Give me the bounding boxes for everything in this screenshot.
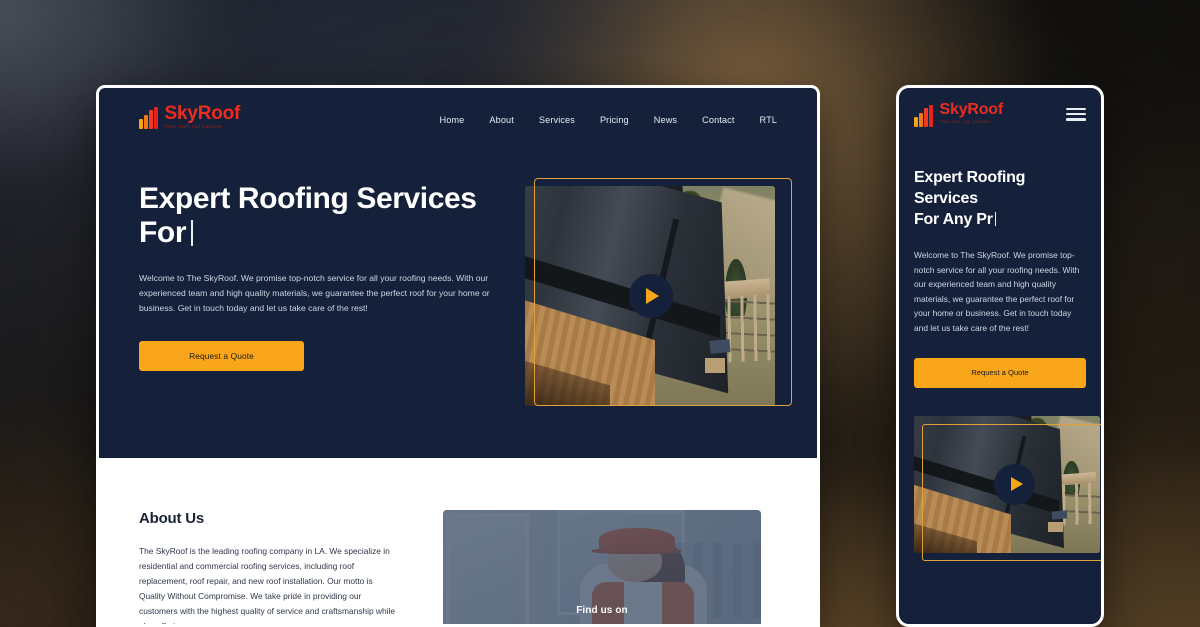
about-section: About Us The SkyRoof is the leading roof… [99,458,817,627]
mobile-hero-title-line1: Expert Roofing [914,169,1026,186]
nav-item-rtl[interactable]: RTL [760,115,778,125]
about-title: About Us [139,510,205,527]
mobile-hero-video-block [914,415,1101,568]
find-us-overlay: Find us on [443,510,761,624]
logo-tagline: Your roof, our passion [164,124,223,130]
hero-video-block [524,178,792,410]
desktop-hero-body: Expert Roofing Services For Welcome to T… [99,178,817,410]
mobile-typing-caret [994,212,997,227]
mobile-logo-tagline: Your roof, our passion [939,119,991,124]
mobile-play-video-button[interactable] [994,463,1035,505]
mobile-preview-panel: SkyRoof Your roof, our passion Expert Ro… [896,85,1104,627]
mobile-logo-name: SkyRoof [939,101,1004,118]
desktop-hero-section: SkyRoof Your roof, our passion Home Abou… [99,88,817,458]
about-image: Find us on [443,510,761,624]
logo-bars-icon [139,107,158,129]
mobile-header: SkyRoof Your roof, our passion [899,88,1101,127]
about-paragraph: The SkyRoof is the leading roofing compa… [139,546,396,627]
desktop-hero-copy: Expert Roofing Services For Welcome to T… [139,182,501,410]
mobile-logo-text: SkyRoof Your roof, our passion [940,102,1004,125]
mobile-hero-title-line3: For Any Pr [914,211,993,229]
hamburger-menu-icon[interactable] [1066,105,1086,124]
find-us-label: Find us on [576,605,628,616]
nav-item-services[interactable]: Services [539,115,575,125]
mobile-site-logo[interactable]: SkyRoof Your roof, our passion [914,102,1003,127]
nav-item-contact[interactable]: Contact [702,115,734,125]
site-logo[interactable]: SkyRoof Your roof, our passion [139,104,240,130]
logo-text: SkyRoof Your roof, our passion [165,104,241,130]
hero-paragraph: Welcome to The SkyRoof. We promise top-n… [139,273,490,313]
main-navigation: Home About Services Pricing News Contact… [439,115,777,125]
play-triangle-icon [646,288,660,305]
nav-item-home[interactable]: Home [439,115,464,125]
play-video-button[interactable] [628,274,673,319]
nav-item-pricing[interactable]: Pricing [600,115,629,125]
hero-title: Expert Roofing Services For [139,182,501,249]
mobile-hero-title-line2: Services [914,190,978,208]
nav-item-about[interactable]: About [489,115,514,125]
about-copy: About Us The SkyRoof is the leading roof… [139,510,401,627]
mobile-logo-bars-icon [914,105,933,127]
desktop-preview-panel: SkyRoof Your roof, our passion Home Abou… [96,85,820,627]
mobile-request-quote-button[interactable]: Request a Quote [914,357,1086,388]
mobile-hero-body: Expert Roofing Services For Any Pr Welco… [899,167,1101,568]
mobile-hero-title: Expert Roofing Services For Any Pr [914,167,1086,230]
mobile-play-triangle-icon [1010,477,1023,492]
typing-caret [191,219,194,246]
logo-name: SkyRoof [164,103,241,124]
request-quote-button[interactable]: Request a Quote [139,340,304,371]
nav-item-news[interactable]: News [654,115,677,125]
desktop-header: SkyRoof Your roof, our passion Home Abou… [99,88,817,130]
hero-title-line1: Expert Roofing Services [139,182,477,216]
hero-title-line2: For [139,215,187,249]
mobile-hero-paragraph: Welcome to The SkyRoof. We promise top-n… [914,250,1080,333]
